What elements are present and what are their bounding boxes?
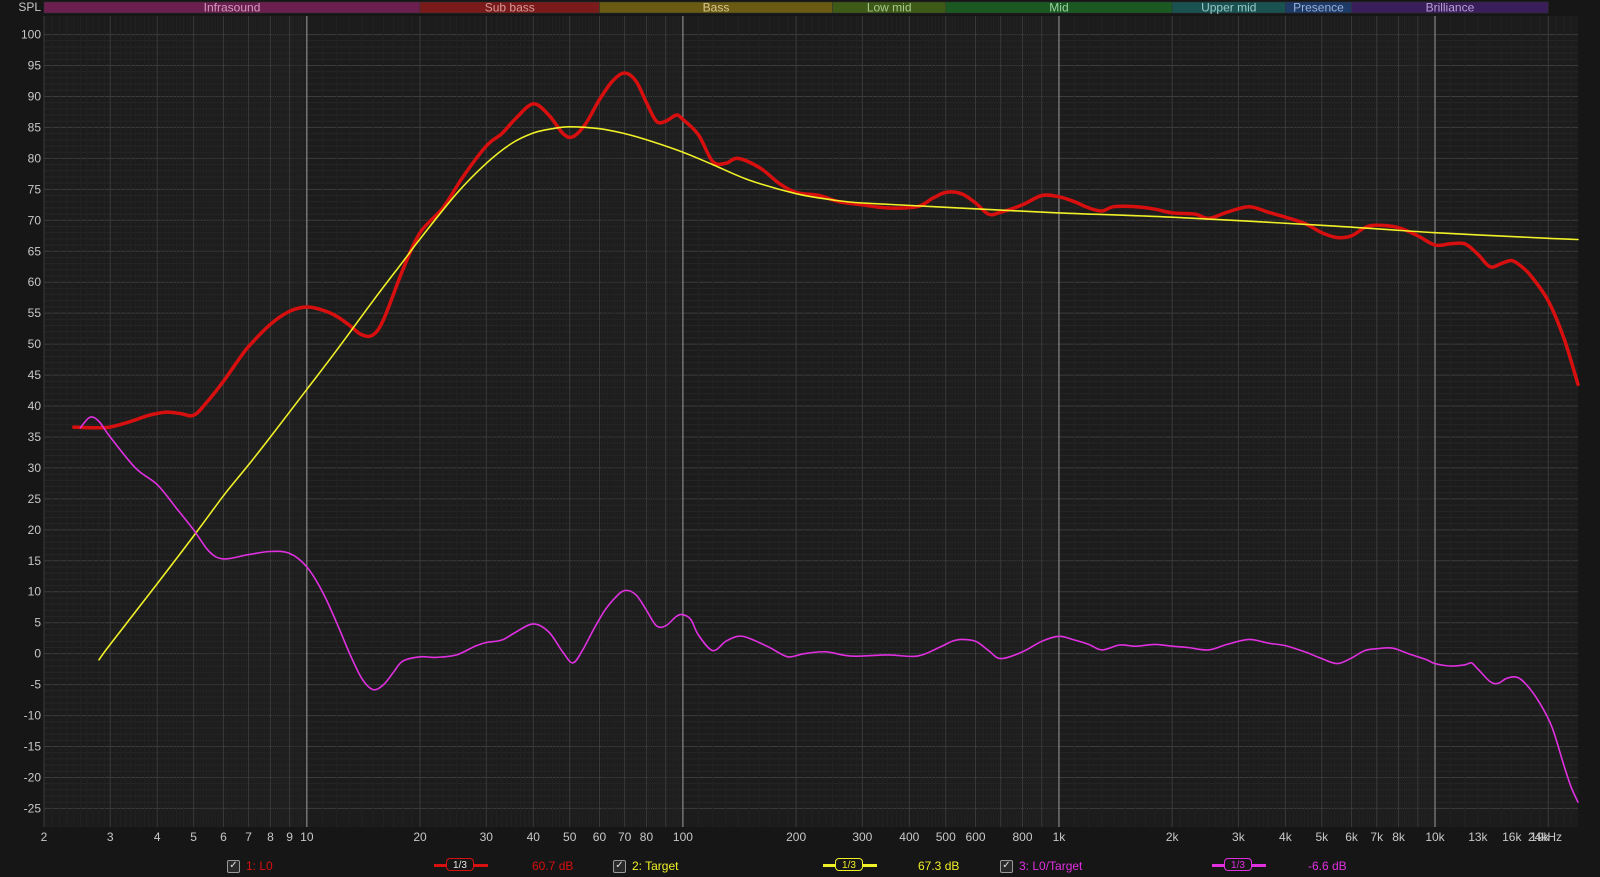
band-label: Bass [703,1,730,15]
x-tick-label: 13k [1468,830,1488,844]
legend-item-target[interactable]: ✓ 2: Target [613,856,678,876]
x-tick-label: 9 [286,830,293,844]
x-tick-label: 500 [936,830,956,844]
legend-label-target: 2: Target [632,859,679,873]
y-tick-label: 85 [28,120,42,134]
y-tick-label: 60 [28,275,42,289]
x-tick-label: 100 [673,830,693,844]
x-tick-label: 60 [593,830,607,844]
y-tick-label: 10 [28,585,42,599]
x-tick-label: 5 [190,830,197,844]
x-tick-label: 7 [245,830,252,844]
band-label: Presence [1293,1,1344,15]
x-tick-label: 50 [563,830,577,844]
checkbox-ratio[interactable]: ✓ [1000,859,1013,873]
checkbox-target[interactable]: ✓ [613,859,626,873]
x-tick-label: 400 [899,830,919,844]
y-tick-label: 20 [28,523,42,537]
band-label: Low mid [867,1,912,15]
y-tick-label: 45 [28,368,42,382]
legend-value-l0: 60.7 dB [532,859,574,873]
band-label: Infrasound [204,1,261,15]
smoothing-badge-target[interactable]: 1/3 [823,858,877,872]
x-tick-label: 200 [786,830,806,844]
x-tick-label: 20 [413,830,427,844]
y-tick-label: 100 [21,28,41,42]
x-tick-label: 80 [640,830,654,844]
band-label: Brilliance [1426,1,1475,15]
x-tick-label: 7k [1370,830,1384,844]
y-tick-label: 55 [28,306,42,320]
x-tick-label: 800 [1013,830,1033,844]
legend-label-l0: 1: L0 [246,859,273,873]
y-tick-label: -10 [24,709,42,723]
x-tick-label: 1k [1053,830,1067,844]
x-tick-label: 3k [1232,830,1246,844]
y-tick-label: 40 [28,399,42,413]
y-tick-label: -15 [24,740,42,754]
x-tick-label: 8k [1392,830,1406,844]
y-tick-label: 35 [28,430,42,444]
checkbox-l0[interactable]: ✓ [227,859,240,873]
x-tick-label: 16k [1502,830,1522,844]
x-tick-label: 2 [41,830,48,844]
legend-item-l0[interactable]: ✓ 1: L0 [227,856,273,876]
y-tick-label: 90 [28,89,42,103]
y-axis-label: SPL [18,0,41,14]
band-label: Mid [1049,1,1068,15]
y-tick-label: 0 [34,647,41,661]
legend-value-target: 67.3 dB [918,859,960,873]
y-tick-label: 70 [28,213,42,227]
y-tick-label: 65 [28,244,42,258]
x-tick-label: 4k [1279,830,1293,844]
x-tick-label: 24kHz [1528,830,1562,844]
legend-item-ratio[interactable]: ✓ 3: L0/Target [1000,856,1082,876]
x-tick-label: 6k [1345,830,1359,844]
x-tick-label: 40 [527,830,541,844]
x-tick-label: 4 [154,830,161,844]
x-tick-label: 5k [1315,830,1329,844]
y-tick-label: 95 [28,59,42,73]
x-tick-label: 600 [966,830,986,844]
y-tick-label: -20 [24,770,42,784]
x-tick-label: 30 [480,830,494,844]
y-tick-label: 25 [28,492,42,506]
y-tick-label: -5 [30,678,41,692]
band-label: Upper mid [1201,1,1256,15]
x-tick-label: 10 [300,830,314,844]
y-tick-label: 75 [28,182,42,196]
y-tick-label: -25 [24,801,42,815]
x-tick-label: 6 [220,830,227,844]
x-tick-label: 300 [852,830,872,844]
y-tick-label: 15 [28,554,42,568]
frequency-bands: Infrasound Sub bass Bass Low mid Mid Upper mi… [43,1,1549,15]
legend-value-ratio: -6.6 dB [1308,859,1347,873]
y-tick-label: 5 [34,616,41,630]
y-tick-label: 30 [28,461,42,475]
legend-label-ratio: 3: L0/Target [1019,859,1083,873]
band-label: Sub bass [485,1,535,15]
x-tick-label: 3 [107,830,114,844]
x-tick-label: 10k [1425,830,1445,844]
y-tick-label: 80 [28,151,42,165]
x-tick-label: 2k [1166,830,1180,844]
y-tick-label: 50 [28,337,42,351]
x-tick-label: 8 [267,830,274,844]
x-tick-label: 70 [618,830,632,844]
smoothing-badge-ratio[interactable]: 1/3 [1212,858,1266,872]
frequency-response-chart[interactable]: Infrasound Sub bass Bass Low mid Mid Upper mi… [0,0,1600,877]
smoothing-badge-l0[interactable]: 1/3 [434,858,488,872]
